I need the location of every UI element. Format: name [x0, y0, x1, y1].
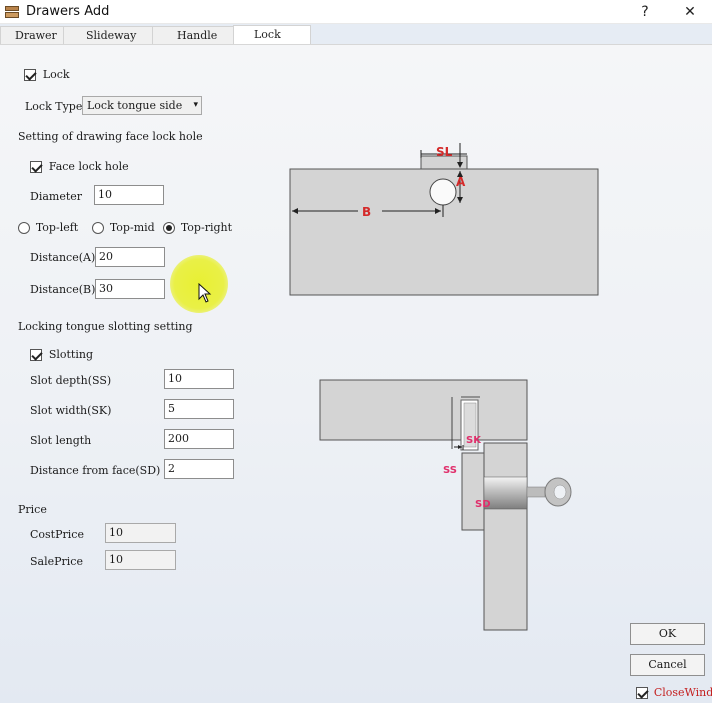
slotting-diagram: SK SS SD [319, 379, 572, 631]
cost-price-input[interactable]: 10 [105, 523, 176, 543]
drawer-side-rect [319, 379, 528, 441]
slot-width-label: Slot width(SK) [30, 404, 112, 417]
dim-a-label: A [456, 175, 466, 189]
ok-button[interactable]: OK [630, 623, 705, 645]
lock-checkbox[interactable] [24, 68, 36, 81]
distance-face-label: Distance from face(SD) [30, 464, 161, 477]
lock-type-value: Lock tongue side [87, 99, 183, 112]
face-hole-checkbox-label: Face lock hole [48, 160, 129, 173]
chevron-down-icon: ▾ [193, 100, 198, 110]
position-top-mid[interactable]: Top-mid [92, 220, 155, 234]
radio-top-mid[interactable] [92, 221, 104, 234]
lock-type-select[interactable]: Lock tongue side ▾ [82, 96, 202, 115]
slotting-checkbox-row[interactable]: Slotting [30, 347, 93, 361]
radio-top-mid-label: Top-mid [109, 221, 155, 234]
sale-price-label: SalePrice [30, 555, 83, 568]
tab-slideway[interactable]: Slideway [63, 26, 153, 44]
slot-depth-input[interactable]: 10 [164, 369, 234, 389]
slot-depth-label: Slot depth(SS) [30, 374, 112, 387]
distance-b-label: Distance(B) [30, 283, 96, 296]
face-hole-checkbox-row[interactable]: Face lock hole [30, 159, 129, 173]
dim-b-label: B [362, 205, 371, 219]
sale-price-input[interactable]: 10 [105, 550, 176, 570]
window-title: Drawers Add [26, 4, 110, 19]
close-window-row[interactable]: CloseWindo [636, 685, 712, 699]
distance-face-input[interactable]: 2 [164, 459, 234, 479]
dim-sk-label: SK [466, 435, 482, 446]
radio-top-right[interactable] [163, 221, 175, 234]
face-hole-checkbox[interactable] [30, 160, 42, 173]
lock-panel: Lock Lock Type Lock tongue side ▾ Settin… [0, 44, 712, 703]
lock-type-label: Lock Type [25, 100, 83, 113]
help-button[interactable]: ? [635, 2, 655, 22]
distance-b-input[interactable]: 30 [95, 279, 165, 299]
drawer-app-icon [4, 5, 20, 19]
lock-hole-circle [429, 178, 457, 206]
slot-width-input[interactable]: 5 [164, 399, 234, 419]
diameter-label: Diameter [30, 190, 83, 203]
mouse-pointer-icon [198, 283, 212, 303]
cost-price-label: CostPrice [30, 528, 84, 541]
tab-lock[interactable]: Lock [233, 25, 311, 45]
lock-checkbox-row[interactable]: Lock [24, 67, 70, 81]
position-top-left[interactable]: Top-left [18, 220, 78, 234]
position-top-right[interactable]: Top-right [163, 220, 232, 234]
slotting-checkbox-label: Slotting [48, 348, 93, 361]
cancel-button[interactable]: Cancel [630, 654, 705, 676]
key-blade [526, 486, 546, 498]
close-window-x-button[interactable]: ✕ [680, 2, 700, 22]
slot-length-input[interactable]: 200 [164, 429, 234, 449]
slot-length-label: Slot length [30, 434, 92, 447]
distance-a-label: Distance(A) [30, 251, 96, 264]
close-window-checkbox[interactable] [636, 686, 648, 699]
drawer-face-side-rect [461, 452, 485, 531]
face-hole-diagram: SL A B [289, 143, 599, 296]
lock-checkbox-label: Lock [42, 68, 70, 81]
dim-sl-label: SL [436, 145, 453, 159]
slotting-section-title: Locking tongue slotting setting [18, 320, 193, 333]
price-section-title: Price [18, 503, 47, 516]
title-bar: Drawers Add ? ✕ [0, 0, 712, 24]
tab-drawer[interactable]: Drawer [0, 26, 64, 44]
diameter-input[interactable]: 10 [94, 185, 164, 205]
slotting-checkbox[interactable] [30, 348, 42, 361]
dim-sd-label: SD [475, 499, 491, 510]
radio-top-left-label: Top-left [35, 221, 79, 234]
face-hole-section-title: Setting of drawing face lock hole [18, 130, 203, 143]
close-window-label: CloseWindo [653, 686, 712, 699]
radio-top-right-label: Top-right [180, 221, 233, 234]
distance-a-input[interactable]: 20 [95, 247, 165, 267]
tab-strip: Drawer Slideway Handle Lock [0, 25, 712, 45]
radio-top-left[interactable] [18, 221, 30, 234]
tab-handle[interactable]: Handle [152, 26, 234, 44]
dim-ss-label: SS [443, 465, 457, 476]
cabinet-rect [483, 442, 528, 631]
